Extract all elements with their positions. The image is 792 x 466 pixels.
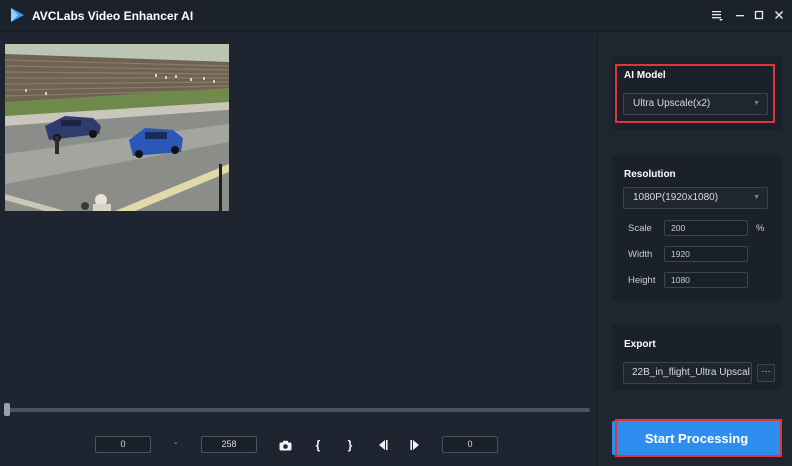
export-title: Export xyxy=(624,339,656,350)
scale-input[interactable]: 200 xyxy=(664,220,748,236)
range-separator: - xyxy=(174,438,178,449)
mark-out-icon[interactable]: } xyxy=(342,437,358,453)
chevron-down-icon: ▼ xyxy=(753,194,760,201)
app-title: AVCLabs Video Enhancer AI xyxy=(32,9,194,23)
next-frame-icon[interactable] xyxy=(407,437,423,453)
scale-label: Scale xyxy=(628,223,652,234)
mark-in-icon[interactable]: { xyxy=(310,437,326,453)
width-input[interactable]: 1920 xyxy=(664,246,748,262)
start-frame-input[interactable]: 0 xyxy=(95,436,151,453)
title-bar: AVCLabs Video Enhancer AI xyxy=(0,0,792,32)
highlight-ai-model xyxy=(615,64,775,123)
height-input[interactable]: 1080 xyxy=(664,272,748,288)
browse-more-button[interactable]: ··· xyxy=(757,364,775,382)
scale-unit: % xyxy=(756,223,765,234)
highlight-start-button xyxy=(615,419,782,457)
resolution-value: 1080P(1920x1080) xyxy=(633,192,719,203)
minimize-icon[interactable] xyxy=(732,7,748,23)
menu-icon[interactable] xyxy=(709,7,725,23)
app-logo-icon xyxy=(11,8,24,22)
timeline-thumb[interactable] xyxy=(4,403,10,416)
resolution-select[interactable]: 1080P(1920x1080) ▼ xyxy=(623,187,768,209)
video-thumbnail-image xyxy=(5,44,229,211)
close-icon[interactable] xyxy=(771,7,787,23)
camera-icon[interactable] xyxy=(277,437,293,453)
prev-frame-icon[interactable] xyxy=(374,437,390,453)
panel-divider xyxy=(597,33,598,466)
maximize-icon[interactable] xyxy=(751,7,767,23)
resolution-title: Resolution xyxy=(624,169,676,180)
width-label: Width xyxy=(628,249,653,260)
export-path-field[interactable]: 22B_in_flight_Ultra Upscal xyxy=(623,362,752,384)
resolution-panel: Resolution 1080P(1920x1080) ▼ Scale 200 … xyxy=(612,155,781,301)
export-filename: 22B_in_flight_Ultra Upscal xyxy=(632,367,750,378)
timeline-slider[interactable] xyxy=(4,403,590,416)
export-panel: Export 22B_in_flight_Ultra Upscal ··· xyxy=(612,324,781,390)
preview-area: 0 - 258 { } 0 xyxy=(0,33,597,466)
current-frame-input[interactable]: 0 xyxy=(442,436,498,453)
height-label: Height xyxy=(628,275,656,286)
video-preview[interactable] xyxy=(5,44,229,211)
end-frame-input[interactable]: 258 xyxy=(201,436,257,453)
